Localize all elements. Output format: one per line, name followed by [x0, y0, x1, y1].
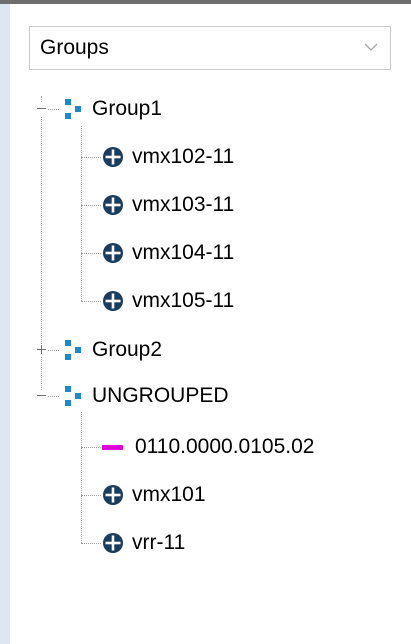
tree-node-vmx103-11[interactable]: vmx103-11	[102, 187, 234, 223]
tree-node-vrr-11[interactable]: vrr-11	[102, 525, 185, 561]
tree-connector	[81, 253, 101, 254]
tree-connector	[81, 157, 101, 158]
tree-node-vmx101[interactable]: vmx101	[102, 477, 206, 513]
router-icon	[103, 147, 123, 167]
group-icon	[65, 99, 81, 119]
group1-collapse-toggle[interactable]	[35, 103, 48, 116]
group1-children-connector	[81, 126, 82, 301]
tree-node-group1[interactable]: Group1	[62, 91, 162, 127]
ungrouped-collapse-toggle[interactable]	[35, 390, 48, 403]
router-icon	[103, 485, 123, 505]
group2-expand-toggle[interactable]	[35, 344, 48, 357]
link-label: 0110.0000.0105.02	[135, 435, 315, 458]
router-icon	[103, 533, 123, 553]
tree-node-link-0110-0000-0105-02[interactable]: 0110.0000.0105.02	[102, 429, 314, 465]
ungrouped-children-connector	[81, 412, 82, 543]
tree-node-ungrouped[interactable]: UNGROUPED	[62, 378, 229, 414]
group2-label: Group2	[92, 338, 163, 361]
device-label: vmx101	[132, 483, 206, 506]
device-label: vmx105-11	[132, 289, 235, 312]
group1-label: Group1	[92, 97, 163, 120]
device-label: vmx103-11	[132, 193, 235, 216]
tree-node-vmx105-11[interactable]: vmx105-11	[102, 283, 234, 319]
device-label: vrr-11	[132, 531, 186, 554]
tree-connector	[81, 205, 101, 206]
device-label: vmx102-11	[132, 145, 235, 168]
device-label: vmx104-11	[132, 241, 235, 264]
router-icon	[103, 195, 123, 215]
tree-node-vmx102-11[interactable]: vmx102-11	[102, 139, 234, 175]
group-icon	[65, 386, 81, 406]
router-icon	[103, 243, 123, 263]
tree-node-vmx104-11[interactable]: vmx104-11	[102, 235, 234, 271]
link-icon	[102, 444, 123, 450]
tree-node-group2[interactable]: Group2	[62, 332, 162, 368]
router-icon	[103, 291, 123, 311]
tree-connector	[81, 543, 101, 544]
ungrouped-label: UNGROUPED	[92, 384, 229, 407]
tree-connector	[81, 447, 101, 448]
tree-connector	[81, 495, 101, 496]
group-icon	[65, 340, 81, 360]
group-tree: Group1 vmx102-11 vmx103-11 vmx104-11 vmx…	[0, 0, 411, 644]
tree-connector	[81, 301, 101, 302]
